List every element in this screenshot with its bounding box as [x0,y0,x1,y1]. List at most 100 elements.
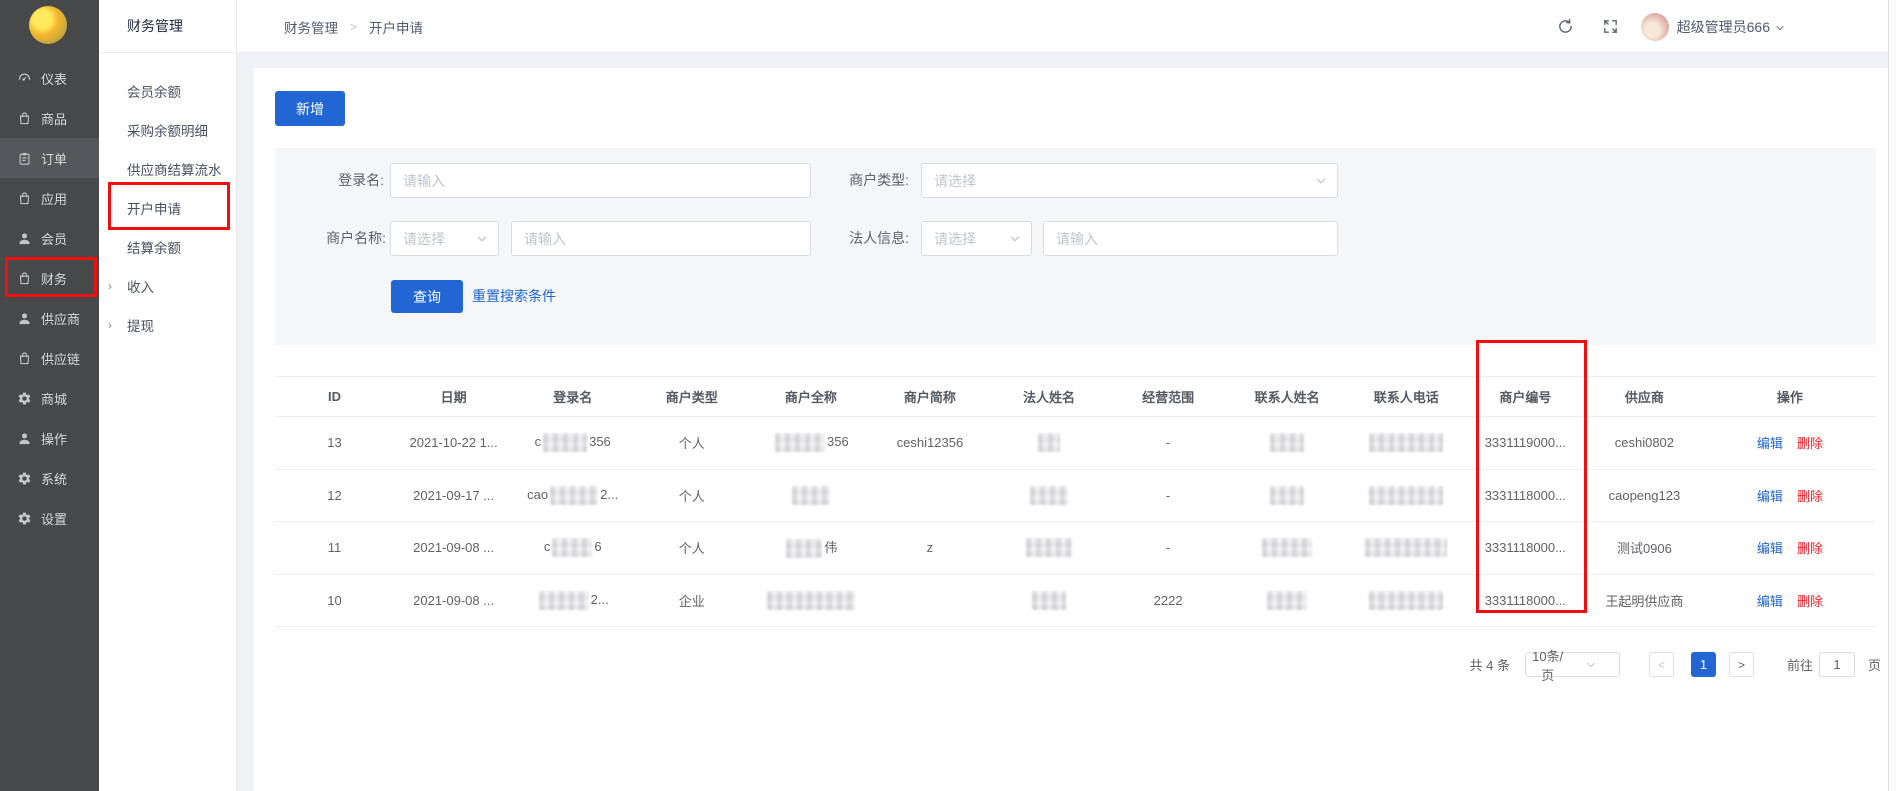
app-window: 仪表商品订单应用会员财务供应商供应链商城操作系统设置 财务管理 会员余额采购余额… [0,0,1896,791]
fullscreen-icon[interactable] [1602,18,1619,35]
submenu-item-2[interactable]: 供应商结算流水 [99,149,236,188]
submenu-item-label: 供应商结算流水 [127,159,222,179]
merchant-type-label: 商户类型: [795,163,909,198]
sidebar-item-0[interactable]: 仪表 [0,58,99,98]
merchant-type-select[interactable]: 请选择 [921,163,1338,198]
goto-page-input[interactable] [1820,653,1854,676]
cell-text: 2... [591,592,609,607]
merchant-name-select[interactable]: 请选择 [390,221,499,256]
user-avatar[interactable] [1641,13,1669,41]
page-size-select[interactable]: 10条/页 [1525,652,1620,677]
redacted-blur-block [767,591,855,610]
table-cell: 356 [751,433,870,452]
search-button[interactable]: 查询 [391,280,463,313]
page-1-button[interactable]: 1 [1691,652,1716,677]
workspace-avatar[interactable] [29,6,67,44]
applications-table: ID日期登录名商户类型商户全称商户简称法人姓名经营范围联系人姓名联系人电话商户编… [275,376,1876,627]
sidebar-item-9[interactable]: 操作 [0,418,99,458]
submenu-item-0[interactable]: 会员余额 [99,71,236,110]
main-area: 新增 登录名: 商户类型: 请选择 商户名称: 请选择 [237,53,1888,791]
table-cell: - [1109,488,1228,503]
table-cell: 个人 [632,538,751,557]
sidebar-item-label: 商城 [41,389,67,408]
sidebar-item-1[interactable]: 商品 [0,98,99,138]
table-cell: 企业 [632,591,751,610]
sidebar-item-label: 系统 [41,469,67,488]
sidebar-item-2[interactable]: 订单 [0,138,99,178]
cell-text: ceshi0802 [1615,435,1674,450]
cell-text: 测试0906 [1617,541,1672,556]
submenu-item-1[interactable]: 采购余额明细 [99,110,236,149]
cell-text: 2021-09-08 ... [413,540,494,555]
table-cell: c356 [513,433,632,452]
cell-text: 个人 [679,489,705,504]
edit-link[interactable]: 编辑 [1757,541,1783,556]
table-cell [989,433,1108,452]
submenu-item-4[interactable]: 结算余额 [99,227,236,266]
edit-link[interactable]: 编辑 [1757,436,1783,451]
submenu-item-3[interactable]: 开户申请 [99,188,236,227]
scrollbar[interactable] [1888,0,1896,791]
sidebar-item-6[interactable]: 供应商 [0,298,99,338]
submenu-item-6[interactable]: ›提现 [99,305,236,344]
edit-link[interactable]: 编辑 [1757,594,1783,609]
table-row: 132021-10-22 1...c356个人356ceshi12356-333… [275,417,1876,470]
sidebar-item-5[interactable]: 财务 [0,258,99,298]
sidebar-item-8[interactable]: 商城 [0,378,99,418]
table-cell [1347,538,1466,557]
legal-info-input[interactable] [1044,231,1337,247]
table-cell [1228,591,1347,610]
sidebar-item-7[interactable]: 供应链 [0,338,99,378]
cell-text: 10 [327,593,341,608]
submenu-item-label: 采购余额明细 [127,120,208,140]
cell-text: 王起明供应商 [1605,594,1683,609]
reset-search-link[interactable]: 重置搜索条件 [472,280,556,313]
cell-text: - [1166,540,1170,555]
column-header-11: 供应商 [1585,387,1704,406]
legal-info-select[interactable]: 请选择 [921,221,1032,256]
breadcrumb-separator-icon: > [350,20,357,34]
column-header-0: ID [275,389,394,404]
merchant-name-input[interactable] [512,231,810,247]
delete-link[interactable]: 删除 [1797,489,1823,504]
chevron-down-icon [1314,174,1328,188]
sidebar-item-11[interactable]: 设置 [0,498,99,538]
edit-link[interactable]: 编辑 [1757,489,1783,504]
breadcrumb-root[interactable]: 财务管理 [284,17,338,37]
delete-link[interactable]: 删除 [1797,436,1823,451]
cell-text: 11 [328,540,342,555]
sidebar-item-10[interactable]: 系统 [0,458,99,498]
cell-text: 2222 [1154,593,1183,608]
table-cell: - [1109,435,1228,450]
delete-link[interactable]: 删除 [1797,594,1823,609]
table-cell: 编辑删除 [1704,433,1876,452]
cell-text: 356 [827,434,849,449]
refresh-icon[interactable] [1557,18,1574,35]
prev-page-button[interactable]: < [1649,652,1674,677]
table-cell: 个人 [632,433,751,452]
table-row: 112021-09-08 ...c6个人伟z-3331118000...测试09… [275,522,1876,575]
table-row: 102021-09-08 ...2...企业22223331118000...王… [275,575,1876,628]
submenu-item-label: 收入 [127,276,154,296]
submenu-item-label: 会员余额 [127,81,181,101]
cell-text: 2021-10-22 1... [410,435,498,450]
user-name[interactable]: 超级管理员666 [1677,17,1770,37]
delete-link[interactable]: 删除 [1797,541,1823,556]
person-icon [17,431,32,446]
next-page-button[interactable]: > [1729,652,1754,677]
add-button[interactable]: 新增 [275,91,345,126]
table-body: 132021-10-22 1...c356个人356ceshi12356-333… [275,417,1876,627]
table-cell: z [870,540,989,555]
sidebar-item-4[interactable]: 会员 [0,218,99,258]
submenu-item-5[interactable]: ›收入 [99,266,236,305]
sidebar-item-3[interactable]: 应用 [0,178,99,218]
table-cell [1228,538,1347,557]
page-unit-label: 页 [1868,655,1881,674]
gear-icon [17,391,32,406]
gear-icon [17,471,32,486]
chevron-down-icon[interactable] [1774,21,1786,33]
sidebar-item-label: 供应链 [41,349,80,368]
cell-text: 6 [594,539,601,554]
login-name-label: 登录名: [275,163,384,198]
login-name-input[interactable] [391,173,810,189]
